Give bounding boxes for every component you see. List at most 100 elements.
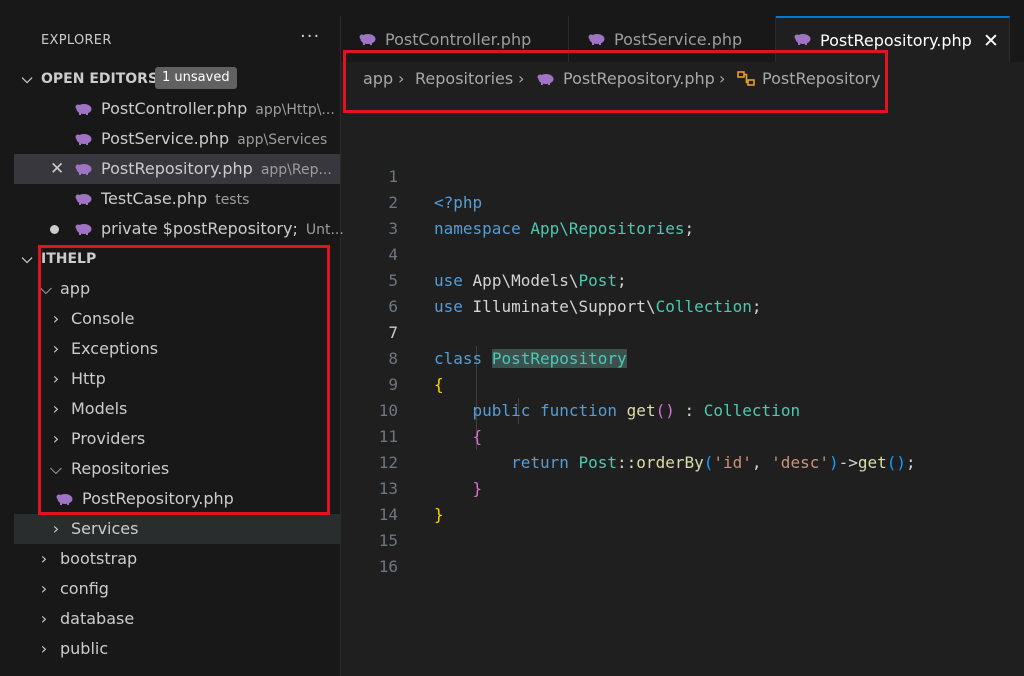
open-editor-name: PostService.php xyxy=(101,129,230,148)
code-line: 13 } xyxy=(341,450,1024,524)
chevron-right-icon: › xyxy=(52,309,60,328)
tree-label: Models xyxy=(71,399,128,418)
code-line: 10 { xyxy=(341,372,1024,446)
tab-label: PostService.php xyxy=(614,30,743,49)
php-elephant-icon xyxy=(794,34,811,45)
code-line: 6 xyxy=(341,268,1024,316)
chevron-right-icon: › xyxy=(52,339,60,358)
breadcrumb-item[interactable]: Repositories xyxy=(415,62,513,96)
tree-folder-public[interactable]: › public xyxy=(14,634,340,664)
open-editor-item[interactable]: PostService.php app\Services xyxy=(14,124,340,154)
tree-folder-database[interactable]: › database xyxy=(14,604,340,634)
line-number: 16 xyxy=(378,557,398,576)
code-line: 11 return Post::orderBy('id', 'desc')->g… xyxy=(341,398,1024,472)
unsaved-badge: 1 unsaved xyxy=(155,67,237,89)
open-editor-path: Unt... xyxy=(305,222,344,238)
open-editor-path: app\Services xyxy=(237,132,328,148)
tree-folder-http[interactable]: › Http xyxy=(14,364,340,394)
tree-label: database xyxy=(60,609,135,628)
open-editor-name: private $postRepository; xyxy=(101,219,298,238)
breadcrumb-item[interactable]: PostRepository.php xyxy=(563,62,715,96)
code-line: 12 } xyxy=(341,424,1024,498)
tab-postcontroller[interactable]: PostController.php xyxy=(341,16,569,62)
php-elephant-icon xyxy=(75,164,92,175)
open-editor-name: PostController.php xyxy=(101,99,248,118)
tree-folder-bootstrap[interactable]: › bootstrap xyxy=(14,544,340,574)
tree-label: Services xyxy=(71,519,139,538)
php-elephant-icon xyxy=(537,74,554,85)
code-line: 4 use App\Models\Post; xyxy=(341,216,1024,290)
tab-label: PostRepository.php xyxy=(820,31,972,50)
tab-postrepository[interactable]: PostRepository.php ✕ xyxy=(776,16,1010,62)
open-editor-path: app\Rep... xyxy=(260,162,332,178)
open-editors-header[interactable]: ⌵ OPEN EDITORS 1 unsaved xyxy=(14,64,340,94)
chevron-down-icon: ⌵ xyxy=(39,279,53,298)
code-line: 1 <?php xyxy=(341,138,1024,212)
tree-folder-console[interactable]: › Console xyxy=(14,304,340,334)
window-top-strip xyxy=(0,0,1024,16)
breadcrumb: app › Repositories › PostRepository.php … xyxy=(341,62,1024,96)
project-label: ITHELP xyxy=(41,251,97,267)
class-symbol-icon xyxy=(737,71,755,86)
chevron-right-icon: › xyxy=(40,549,48,568)
open-editor-path: app\Http\... xyxy=(255,102,335,118)
close-icon[interactable]: ✕ xyxy=(50,154,64,184)
tree-label: app xyxy=(60,279,91,298)
close-icon[interactable]: ✕ xyxy=(983,18,999,64)
code-line: 15 xyxy=(341,502,1024,550)
php-elephant-icon xyxy=(75,224,92,235)
tree-folder-providers[interactable]: › Providers xyxy=(14,424,340,454)
tree-label: Console xyxy=(71,309,135,328)
open-editor-item[interactable]: private $postRepository; Unt... xyxy=(14,214,344,244)
tree-label: Repositories xyxy=(71,459,170,478)
explorer-title: EXPLORER xyxy=(41,33,112,48)
tab-label: PostController.php xyxy=(385,30,532,49)
code-line: 3 xyxy=(341,190,1024,238)
breadcrumb-item[interactable]: PostRepository xyxy=(762,62,881,96)
tree-folder-services[interactable]: › Services xyxy=(14,514,340,544)
code-line-current: 7 class PostRepository xyxy=(341,294,1024,368)
code-line: 2 namespace App\Repositories; xyxy=(341,164,1024,238)
tree-file-postrepository[interactable]: PostRepository.php xyxy=(14,484,340,514)
explorer-sidebar: EXPLORER ··· ⌵ OPEN EDITORS 1 unsaved Po… xyxy=(14,16,344,676)
code-line: 16 xyxy=(341,528,1024,576)
chevron-down-icon: ⌵ xyxy=(21,71,33,87)
tree-folder-repositories[interactable]: ⌵ Repositories xyxy=(14,454,340,484)
code-line: 8 { xyxy=(341,320,1024,394)
chevron-right-icon: › xyxy=(719,69,726,88)
breadcrumb-item[interactable]: app xyxy=(363,62,393,96)
more-actions-icon[interactable]: ··· xyxy=(300,26,320,47)
tree-label: bootstrap xyxy=(60,549,138,568)
open-editor-path: tests xyxy=(215,192,250,208)
code-line: 9 public function get() : Collection xyxy=(341,346,1024,420)
tree-folder-app[interactable]: ⌵ app xyxy=(14,274,340,304)
php-elephant-icon xyxy=(588,34,605,45)
open-editor-name: PostRepository.php xyxy=(101,159,253,178)
open-editor-item-active[interactable]: ✕ PostRepository.php app\Rep... xyxy=(14,154,340,184)
open-editor-name: TestCase.php xyxy=(101,189,208,208)
open-editor-item[interactable]: PostController.php app\Http\... xyxy=(14,94,340,124)
tab-postservice[interactable]: PostService.php xyxy=(569,16,776,62)
open-editor-item[interactable]: TestCase.php tests xyxy=(14,184,340,214)
chevron-down-icon: ⌵ xyxy=(21,251,33,267)
tree-folder-models[interactable]: › Models xyxy=(14,394,340,424)
tree-label: Exceptions xyxy=(71,339,159,358)
tree-label: Http xyxy=(71,369,106,388)
tree-label: config xyxy=(60,579,109,598)
php-elephant-icon xyxy=(56,494,73,505)
code-line: 14 xyxy=(341,476,1024,524)
chevron-right-icon: › xyxy=(52,519,60,538)
php-elephant-icon xyxy=(75,194,92,205)
unsaved-dot-icon xyxy=(50,225,59,234)
tree-label: public xyxy=(60,639,109,658)
tree-folder-exceptions[interactable]: › Exceptions xyxy=(14,334,340,364)
tree-folder-config[interactable]: › config xyxy=(14,574,340,604)
tree-label: PostRepository.php xyxy=(82,489,234,508)
chevron-right-icon: › xyxy=(52,429,60,448)
php-elephant-icon xyxy=(75,134,92,145)
php-elephant-icon xyxy=(75,104,92,115)
chevron-right-icon: › xyxy=(52,369,60,388)
project-header[interactable]: ⌵ ITHELP xyxy=(14,244,340,274)
editor-tab-bar: PostController.php PostService.php PostR… xyxy=(341,16,1024,62)
chevron-right-icon: › xyxy=(40,639,48,658)
